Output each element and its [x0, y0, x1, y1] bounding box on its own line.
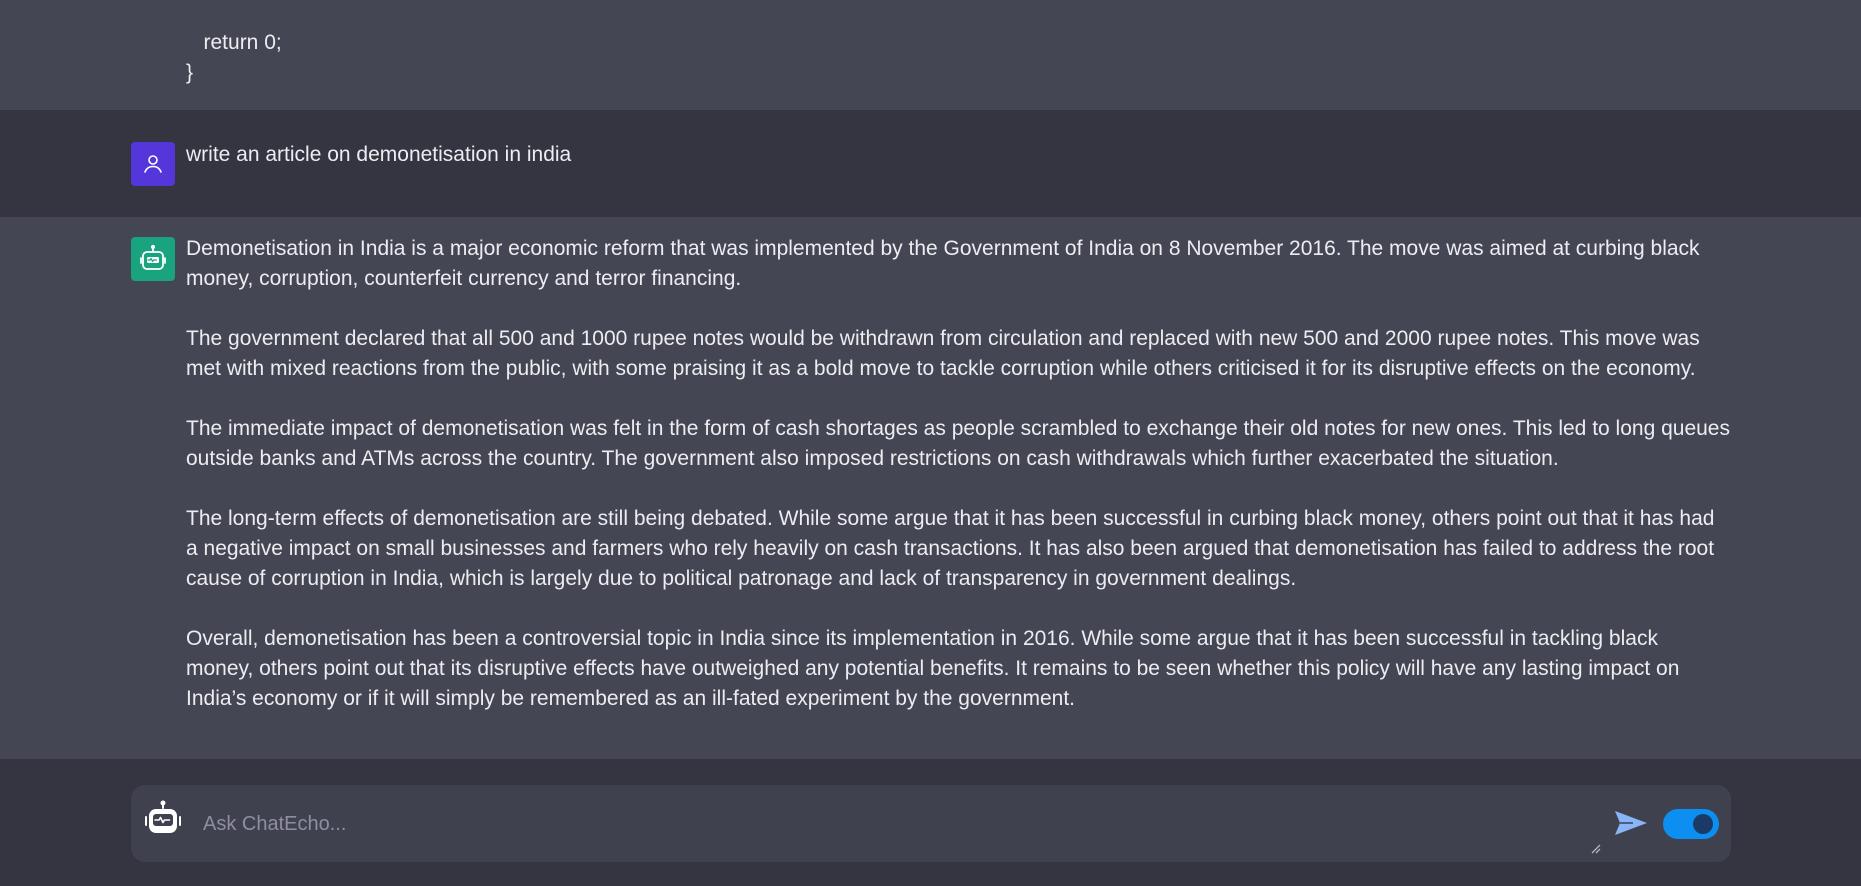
message-input[interactable]: [201, 805, 1505, 843]
user-avatar: [131, 142, 175, 186]
user-message: write an article on demonetisation in in…: [0, 110, 1861, 217]
resize-grip-icon[interactable]: [1589, 842, 1601, 854]
user-icon: [144, 155, 162, 173]
bot-paragraph: Overall, demonetisation has been a contr…: [186, 627, 1680, 710]
code-block-tail: return 0;}: [0, 0, 1861, 110]
bot-message: Demonetisation in India is a major econo…: [0, 217, 1861, 759]
bot-paragraph: Demonetisation in India is a major econo…: [186, 237, 1700, 290]
robot-icon: [140, 244, 166, 270]
send-icon: [1615, 811, 1647, 835]
send-button[interactable]: [1611, 803, 1651, 843]
code-line: }: [186, 61, 194, 84]
message-composer: [131, 785, 1731, 862]
bot-avatar: [131, 237, 175, 281]
bot-paragraph: The government declared that all 500 and…: [186, 327, 1700, 380]
bot-paragraph: The long-term effects of demonetisation …: [186, 507, 1715, 590]
user-message-text: write an article on demonetisation in in…: [186, 143, 572, 166]
chatbot-logo-icon: [145, 800, 181, 833]
code-snippet: return 0;}: [186, 28, 282, 88]
chat-page: return 0;} write an article on demonetis…: [0, 0, 1861, 886]
toggle-switch[interactable]: [1663, 809, 1719, 839]
toggle-knob: [1693, 814, 1713, 834]
bot-paragraph: The immediate impact of demonetisation w…: [186, 417, 1730, 470]
bot-message-text: Demonetisation in India is a major econo…: [186, 234, 1731, 714]
code-line: return 0;: [186, 31, 282, 54]
